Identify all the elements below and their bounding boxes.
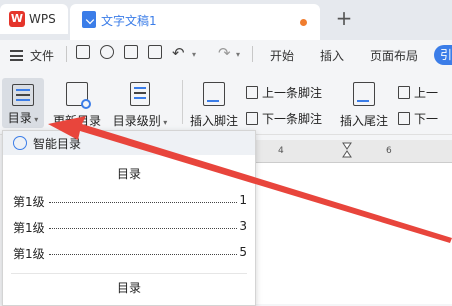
toc-row-leader [49,228,237,229]
toc-preview-title: 目录 [116,167,141,181]
prev-footnote-icon [246,86,258,99]
update-toc-button[interactable]: 更新目录 [52,82,102,129]
update-toc-icon [66,82,91,109]
new-tab-plus-icon[interactable]: + [334,8,354,28]
menubar-divider [66,46,67,62]
toc-row-page: 5 [239,245,247,259]
insert-footnote-button[interactable]: 插入脚注 [188,82,240,129]
toc-row-level: 第1级 [13,247,45,261]
tab-wps-home[interactable]: W WPS [0,4,68,34]
prev-endnote-icon [398,86,410,99]
next-footnote-label: 下一条脚注 [262,112,323,126]
insert-endnote-icon [353,82,375,106]
menu-page-layout[interactable]: 页面布局 [370,47,418,64]
toc-level-button[interactable]: 目录级别 ▾ [108,82,172,129]
toc-row-page: 3 [239,219,247,233]
more-quick-actions-chevron-icon[interactable]: ▾ [236,50,240,59]
toc-row-leader [49,202,237,203]
toc-preview-row: 第1级 5 [13,245,247,261]
insert-endnote-label: 插入尾注 [339,114,388,128]
toc-preview-style-2[interactable]: 目录 [3,275,255,305]
document-icon [82,11,96,28]
print-icon[interactable] [124,45,138,59]
insert-footnote-label: 插入脚注 [189,114,238,128]
document-page[interactable] [256,163,452,304]
smart-toc-label: 智能目录 [33,137,82,151]
toc-preview-row: 第1级 3 [13,219,247,235]
next-endnote-label: 下一 [414,112,439,126]
ruler-tick-label: 6 [386,146,392,156]
prev-endnote-button[interactable]: 上一 [398,84,438,101]
smart-toc-icon [13,136,27,150]
toc-chevron-down-icon: ▾ [31,115,39,124]
prev-footnote-button[interactable]: 上一条脚注 [246,84,322,101]
wps-logo-icon: W [9,11,25,27]
toc-row-level: 第1级 [13,221,45,235]
export-pdf-icon[interactable] [100,45,114,59]
tab-document-label: 文字文稿1 [101,14,157,28]
menubar-divider [252,46,253,62]
table-of-contents-icon [12,84,34,106]
toc-preview-row: 第1级 1 [13,193,247,209]
unsaved-dot-icon [300,19,307,26]
undo-dropdown-chevron-icon[interactable]: ▾ [192,50,196,59]
insert-endnote-button[interactable]: 插入尾注 [338,82,390,129]
dropdown-divider [11,273,247,274]
toc-button[interactable]: 目录 ▾ [2,78,44,128]
hamburger-menu-icon[interactable] [10,50,23,61]
prev-endnote-label: 上一 [414,86,439,100]
undo-icon[interactable]: ↶ [172,44,185,62]
ruler-tick-label: 4 [278,146,284,156]
toc-preview-style-1[interactable]: 目录 第1级 1 第1级 3 第1级 5 [3,157,255,273]
menu-home[interactable]: 开始 [270,47,294,64]
toc-row-level: 第1级 [13,195,45,209]
menu-insert[interactable]: 插入 [320,47,344,64]
next-footnote-icon [246,112,258,125]
toc-button-label: 目录 [7,111,32,125]
tab-bar: W WPS 文字文稿1 + [0,0,452,40]
toc-level-label: 目录级别 [112,114,161,128]
toc-row-page: 1 [239,193,247,207]
smart-toc-option[interactable]: 智能目录 [3,131,255,155]
prev-footnote-label: 上一条脚注 [262,86,323,100]
menu-file[interactable]: 文件 [30,47,54,64]
next-endnote-button[interactable]: 下一 [398,110,438,127]
toc-dropdown-panel: 智能目录 目录 第1级 1 第1级 3 第1级 5 目录 [2,130,256,306]
toc-row-leader [49,254,237,255]
save-icon[interactable] [76,45,90,59]
toc-level-chevron-down-icon: ▾ [160,118,168,127]
print-preview-icon[interactable] [148,45,162,59]
next-endnote-icon [398,112,410,125]
tab-document[interactable]: 文字文稿1 [70,4,320,40]
update-toc-label: 更新目录 [52,114,101,128]
ribbon-divider [182,80,183,124]
indent-marker-icon[interactable] [342,142,352,160]
menu-references-active[interactable]: 引 [434,45,452,65]
insert-footnote-icon [203,82,225,106]
next-footnote-button[interactable]: 下一条脚注 [246,110,322,127]
horizontal-ruler[interactable]: 4 6 [256,140,452,163]
tab-wps-label: WPS [29,12,56,26]
redo-icon[interactable]: ↷ [218,44,231,62]
toc-level-icon [130,82,150,106]
toc-preview-title: 目录 [116,281,141,295]
